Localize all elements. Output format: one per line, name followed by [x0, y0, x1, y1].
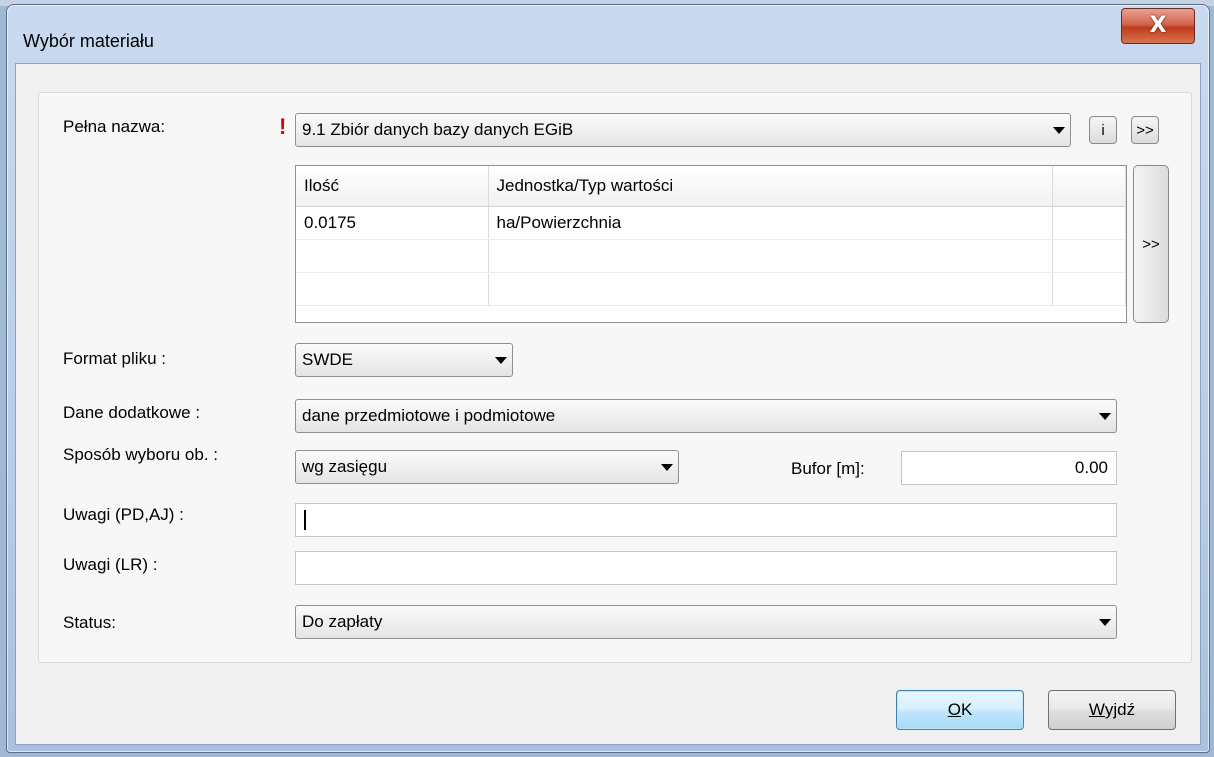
text-caret [304, 510, 306, 530]
required-icon: ! [279, 114, 287, 139]
notes-pd-label: Uwagi (PD,AJ) : [63, 505, 184, 524]
chevron-down-icon [1094, 400, 1116, 432]
file-format-dropdown[interactable]: SWDE [295, 343, 513, 377]
dialog-window: Wybór materiału X Pełna nazwa: ! 9.1 Zbi… [6, 4, 1210, 753]
grid-expand-button[interactable]: >> [1133, 165, 1169, 323]
extra-data-label: Dane dodatkowe : [63, 403, 201, 422]
selection-method-label: Sposób wyboru ob. : [63, 445, 218, 464]
info-button[interactable]: i [1089, 116, 1117, 144]
extra-data-value: dane przedmiotowe i podmiotowe [302, 406, 556, 425]
cell-extra[interactable] [1052, 272, 1126, 306]
buffer-input[interactable]: 0.00 [901, 451, 1117, 485]
chevron-down-icon [1048, 114, 1070, 146]
window-title: Wybór materiału [23, 31, 154, 51]
cell-quantity[interactable]: 0.0175 [296, 206, 489, 240]
form-panel: Pełna nazwa: ! 9.1 Zbiór danych bazy dan… [38, 92, 1192, 663]
exit-button-mnemonic: W [1088, 700, 1105, 719]
cell-quantity[interactable] [296, 272, 489, 306]
dialog-client-area: Pełna nazwa: ! 9.1 Zbiór danych bazy dan… [15, 63, 1201, 745]
full-name-label: Pełna nazwa: [63, 117, 166, 136]
cell-unit[interactable]: ha/Powierzchnia [488, 206, 1053, 240]
expand-name-button[interactable]: >> [1131, 116, 1159, 144]
cell-extra[interactable] [1052, 206, 1126, 240]
column-header-extra[interactable] [1052, 166, 1126, 207]
status-label: Status: [63, 613, 116, 632]
close-icon: X [1149, 13, 1167, 38]
notes-pd-input[interactable] [295, 503, 1117, 537]
quantity-grid[interactable]: Ilość Jednostka/Typ wartości 0.0175 ha/P… [295, 165, 1127, 323]
cell-unit[interactable] [488, 239, 1053, 273]
notes-lr-label: Uwagi (LR) : [63, 555, 158, 574]
selection-method-dropdown[interactable]: wg zasięgu [295, 450, 679, 484]
exit-button[interactable]: Wyjdź [1048, 690, 1176, 730]
file-format-value: SWDE [302, 350, 353, 369]
full-name-dropdown[interactable]: 9.1 Zbiór danych bazy danych EGiB [295, 113, 1071, 147]
ok-button[interactable]: OK [896, 690, 1024, 730]
chevron-down-icon [490, 344, 512, 376]
ok-button-mnemonic: O [947, 700, 961, 719]
column-header-quantity[interactable]: Ilość [296, 166, 489, 207]
buffer-value: 0.00 [1074, 458, 1108, 477]
status-dropdown[interactable]: Do zapłaty [295, 605, 1117, 639]
column-header-unit[interactable]: Jednostka/Typ wartości [488, 166, 1053, 207]
ok-button-label: K [960, 700, 973, 719]
cell-quantity[interactable] [296, 239, 489, 273]
extra-data-dropdown[interactable]: dane przedmiotowe i podmiotowe [295, 399, 1117, 433]
status-value: Do zapłaty [302, 612, 383, 631]
table-row[interactable] [296, 272, 1126, 306]
buffer-label: Bufor [m]: [791, 459, 865, 478]
table-row[interactable] [296, 239, 1126, 273]
selection-method-value: wg zasięgu [302, 457, 388, 476]
chevron-down-icon [1094, 606, 1116, 638]
cell-extra[interactable] [1052, 239, 1126, 273]
full-name-value: 9.1 Zbiór danych bazy danych EGiB [302, 120, 574, 139]
cell-unit[interactable] [488, 272, 1053, 306]
title-bar[interactable]: Wybór materiału X [7, 5, 1209, 63]
chevron-down-icon [656, 451, 678, 483]
exit-button-label: yjdź [1104, 700, 1136, 719]
close-button[interactable]: X [1121, 8, 1195, 44]
file-format-label: Format pliku : [63, 349, 166, 368]
notes-lr-input[interactable] [295, 551, 1117, 585]
table-row[interactable]: 0.0175 ha/Powierzchnia [296, 206, 1126, 240]
grid-header-row: Ilość Jednostka/Typ wartości [296, 166, 1126, 207]
